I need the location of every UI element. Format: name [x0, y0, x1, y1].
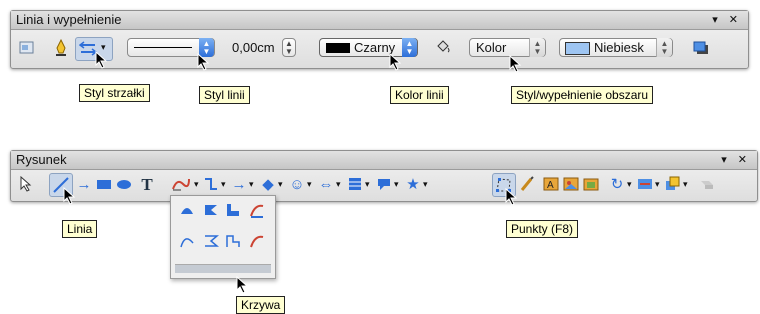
toolbar-title-bar[interactable]: Linia i wypełnienie ▾ ✕ [11, 11, 748, 30]
select-icon[interactable] [19, 176, 33, 192]
curve-filled-icon[interactable] [179, 202, 195, 218]
line-style-preview [134, 47, 192, 48]
svg-text:A: A [547, 180, 554, 191]
lines-arrows-icon[interactable]: → [231, 176, 247, 192]
insert-image-icon[interactable] [563, 176, 579, 192]
text-tool-icon[interactable]: T [139, 175, 155, 193]
fontwork-icon[interactable]: A [543, 176, 559, 192]
chevron-down-icon[interactable]: ▾ [221, 179, 226, 190]
toolbar-body: → T ▾ ▾ → ▾ ◆ ▾ ☺ ▾ ⇔ ▾ ▾ ▾ ★ ▾ A ↻ ▾ ▾ … [11, 170, 757, 206]
arrow-line-icon[interactable]: → [76, 176, 92, 192]
chevron-down-icon[interactable]: ▾ [307, 179, 312, 190]
glue-points-icon[interactable] [519, 176, 535, 192]
tooltip-line-style: Styl linii [199, 86, 250, 104]
arrow-style-button[interactable]: ▾ [75, 37, 113, 61]
fill-bucket-icon[interactable] [435, 39, 451, 55]
polygon-45-icon[interactable] [225, 233, 241, 249]
toolbar-menu-close-controls[interactable]: ▾ ✕ [712, 11, 742, 29]
chevron-down-icon[interactable]: ▾ [394, 179, 399, 190]
chevron-down-icon[interactable]: ▾ [627, 179, 632, 190]
toolbar-title: Linia i wypełnienie [16, 12, 122, 27]
tooltip-line-color: Kolor linii [390, 86, 449, 104]
polygon-45-filled-icon[interactable] [225, 202, 241, 218]
tooltip-line: Linia [62, 220, 98, 238]
rectangle-icon[interactable] [96, 176, 112, 192]
symbol-shapes-icon[interactable]: ☺ [289, 176, 305, 192]
line-width-input[interactable]: 0,00cm [232, 40, 275, 55]
chevron-down-icon[interactable]: ▾ [336, 179, 341, 190]
curve-icon[interactable] [179, 233, 195, 249]
shadow-icon[interactable] [693, 40, 709, 56]
stars-icon[interactable]: ★ [405, 176, 421, 192]
arrange-icon[interactable] [665, 176, 681, 192]
area-fill-spinner[interactable]: ▲ ▼ [656, 38, 672, 57]
callouts-icon[interactable] [376, 176, 392, 192]
rotate-icon[interactable]: ↻ [609, 176, 625, 192]
block-arrows-icon[interactable]: ⇔ [318, 176, 334, 192]
polygon-icon[interactable] [203, 233, 219, 249]
extrusion-icon[interactable] [699, 176, 715, 192]
chevron-down-icon[interactable]: ▾ [278, 179, 283, 190]
line-color-select[interactable]: Czarny ▲ ▼ [319, 38, 418, 57]
alignment-icon[interactable] [637, 176, 653, 192]
tooltip-points: Punkty (F8) [506, 220, 579, 238]
gallery-icon[interactable] [583, 176, 599, 192]
line-and-fill-toolbar: Linia i wypełnienie ▾ ✕ ▾ ▲▼ 0,00cm ▲▼ [10, 10, 749, 69]
area-style-spinner[interactable]: ▲ ▼ [529, 38, 545, 57]
area-fill-swatch [565, 42, 590, 55]
polygon-filled-icon[interactable] [203, 202, 219, 218]
tooltip-curve: Krzywa [236, 296, 286, 314]
chevron-down-icon[interactable]: ▾ [194, 179, 199, 190]
toolbar-body: ▾ ▲▼ 0,00cm ▲▼ Czarny ▲▼ Kolor ▲▼ Ni [11, 30, 748, 66]
line-color-spinner[interactable]: ▲ ▼ [402, 38, 417, 57]
line-width-spinner[interactable]: ▲ ▼ [282, 38, 296, 57]
flowchart-icon[interactable] [347, 176, 363, 192]
tooltip-arrow-style: Styl strzałki [79, 84, 150, 102]
freeform-filled-icon[interactable] [249, 202, 265, 218]
area-style-label: Kolor [476, 40, 507, 55]
chevron-down-icon[interactable]: ▾ [655, 179, 660, 190]
curve-submenu [170, 195, 276, 279]
basic-shapes-icon[interactable]: ◆ [260, 176, 276, 192]
submenu-drag-handle[interactable] [175, 264, 271, 273]
chevron-down-icon[interactable]: ▾ [683, 179, 688, 190]
toolbar-title-bar[interactable]: Rysunek ▾ ✕ [11, 151, 757, 170]
ellipse-icon[interactable] [116, 176, 132, 192]
drawing-toolbar: Rysunek ▾ ✕ → T ▾ ▾ → ▾ ◆ ▾ ☺ ▾ ⇔ ▾ ▾ ▾ … [10, 150, 758, 202]
chevron-down-icon[interactable]: ▾ [423, 179, 428, 190]
line-icon[interactable] [53, 39, 69, 57]
toolbar-menu-close-controls[interactable]: ▾ ✕ [721, 151, 751, 169]
area-fill-label: Niebiesk [594, 40, 644, 55]
area-style-select[interactable]: Kolor ▲ ▼ [469, 38, 546, 57]
connector-icon[interactable] [203, 176, 219, 192]
curve-tool-icon[interactable] [171, 176, 191, 192]
format-icon[interactable] [19, 40, 35, 56]
freeform-line-icon[interactable] [249, 233, 265, 249]
chevron-down-icon[interactable]: ▾ [249, 179, 254, 190]
tooltip-area-style: Styl/wypełnienie obszaru [511, 86, 654, 104]
toolbar-title: Rysunek [16, 152, 67, 167]
area-fill-select[interactable]: Niebiesk ▲ ▼ [559, 38, 673, 57]
line-color-swatch [326, 43, 350, 53]
chevron-down-icon[interactable]: ▾ [365, 179, 370, 190]
